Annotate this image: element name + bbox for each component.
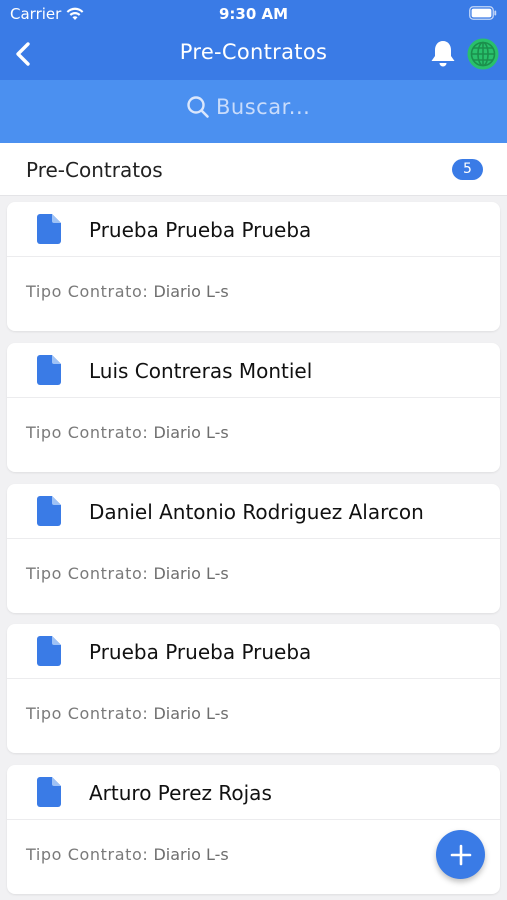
search-icon bbox=[187, 96, 209, 118]
count-badge: 5 bbox=[452, 159, 483, 180]
search-bar: Buscar... bbox=[0, 80, 507, 143]
status-bar: Carrier 9:30 AM bbox=[0, 0, 507, 28]
contract-name: Prueba Prueba Prueba bbox=[89, 640, 312, 664]
document-icon bbox=[37, 777, 61, 807]
section-header: Pre-Contratos bbox=[0, 143, 507, 196]
document-icon bbox=[37, 214, 61, 244]
section-title: Pre-Contratos bbox=[26, 158, 163, 182]
contract-name: Arturo Perez Rojas bbox=[89, 781, 272, 805]
contract-type-value: Diario L-s bbox=[153, 423, 229, 442]
contract-type: Tipo Contrato: Diario L-s bbox=[26, 423, 229, 442]
bell-icon bbox=[431, 41, 455, 67]
contract-name: Daniel Antonio Rodriguez Alarcon bbox=[89, 500, 424, 524]
plus-icon bbox=[450, 844, 471, 865]
contract-card[interactable]: Luis Contreras Montiel Tipo Contrato: Di… bbox=[7, 343, 500, 472]
contract-type-value: Diario L-s bbox=[153, 564, 229, 583]
contract-type-value: Diario L-s bbox=[153, 845, 229, 864]
contract-name: Luis Contreras Montiel bbox=[89, 359, 313, 383]
contract-card[interactable]: Prueba Prueba Prueba Tipo Contrato: Diar… bbox=[7, 202, 500, 331]
battery-icon bbox=[469, 6, 497, 24]
contract-name: Prueba Prueba Prueba bbox=[89, 218, 312, 242]
document-icon bbox=[37, 355, 61, 385]
notifications-button[interactable] bbox=[428, 38, 458, 70]
globe-icon bbox=[467, 38, 499, 70]
contract-type-label: Tipo Contrato: bbox=[26, 282, 149, 301]
contract-type-label: Tipo Contrato: bbox=[26, 845, 149, 864]
contract-type-value: Diario L-s bbox=[153, 282, 229, 301]
status-time: 9:30 AM bbox=[218, 5, 289, 23]
card-header: Arturo Perez Rojas bbox=[7, 765, 500, 820]
contract-card[interactable]: Arturo Perez Rojas Tipo Contrato: Diario… bbox=[7, 765, 500, 894]
card-header: Prueba Prueba Prueba bbox=[7, 624, 500, 679]
language-button[interactable] bbox=[466, 37, 500, 71]
contract-type-label: Tipo Contrato: bbox=[26, 423, 149, 442]
navigation-bar: Pre-Contratos bbox=[0, 28, 507, 80]
contract-type-label: Tipo Contrato: bbox=[26, 564, 149, 583]
contract-type: Tipo Contrato: Diario L-s bbox=[26, 564, 229, 583]
card-header: Prueba Prueba Prueba bbox=[7, 202, 500, 257]
contract-card[interactable]: Daniel Antonio Rodriguez Alarcon Tipo Co… bbox=[7, 484, 500, 613]
contract-type: Tipo Contrato: Diario L-s bbox=[26, 282, 229, 301]
card-header: Luis Contreras Montiel bbox=[7, 343, 500, 398]
contract-type: Tipo Contrato: Diario L-s bbox=[26, 704, 229, 723]
contract-type-value: Diario L-s bbox=[153, 704, 229, 723]
contract-type-label: Tipo Contrato: bbox=[26, 704, 149, 723]
document-icon bbox=[37, 636, 61, 666]
contract-type: Tipo Contrato: Diario L-s bbox=[26, 845, 229, 864]
document-icon bbox=[37, 496, 61, 526]
add-contract-button[interactable] bbox=[436, 830, 485, 879]
card-header: Daniel Antonio Rodriguez Alarcon bbox=[7, 484, 500, 539]
search-placeholder: Buscar... bbox=[216, 95, 311, 119]
contract-card[interactable]: Prueba Prueba Prueba Tipo Contrato: Diar… bbox=[7, 624, 500, 753]
search-input[interactable]: Buscar... bbox=[186, 95, 310, 119]
